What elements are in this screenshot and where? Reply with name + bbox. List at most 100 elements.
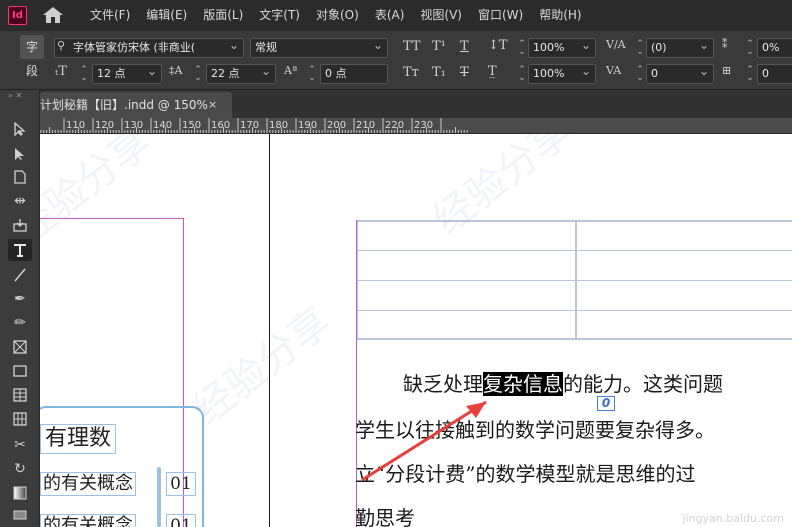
baseline-shift-icon: Aª <box>284 64 298 77</box>
ruler-label: 220 <box>385 120 405 131</box>
kerning-icon: V/A <box>606 38 626 51</box>
leading-stepper[interactable]: ⌃ ⌄ <box>192 66 204 84</box>
ruler-label: 150 <box>182 120 202 131</box>
vertical-scale-value: 100% <box>533 41 565 54</box>
ruler-label: 210 <box>356 120 376 131</box>
watermark-text: jingyan.baidu.com <box>682 512 784 525</box>
menu-layout[interactable]: 版面(L) <box>195 0 251 31</box>
tsume-stepper[interactable]: ⌃ ⌄ <box>744 40 756 58</box>
rotate-tool-icon[interactable]: ↻ <box>8 458 32 480</box>
kerning-value: (0) <box>651 41 667 54</box>
heading-text-frame[interactable]: 有理数 <box>40 424 117 454</box>
menu-table[interactable]: 表(A) <box>367 0 413 31</box>
concept-row-2[interactable]: 的有关概念 <box>40 514 136 527</box>
annotation-arrow-icon <box>361 400 487 482</box>
paragraph-line-4[interactable]: 勤思考 <box>355 504 415 527</box>
font-family-field[interactable]: 字体管家仿宋体 (非商业( <box>54 38 244 58</box>
vertical-scale-field[interactable]: 100% <box>528 38 596 58</box>
home-icon[interactable] <box>42 6 64 24</box>
tsume-value: 0% <box>762 41 780 54</box>
page-tool-icon[interactable] <box>8 166 32 188</box>
text-cursor-marker: 0 <box>597 396 615 411</box>
font-size-value: 12 点 <box>97 67 126 80</box>
font-style-field[interactable]: 常规 <box>250 38 388 58</box>
kerning-stepper[interactable]: ⌃ ⌄ <box>634 40 646 58</box>
menu-help[interactable]: 帮助(H) <box>531 0 589 31</box>
frame-scroll-indicator <box>157 467 161 527</box>
concept-number-1[interactable]: 01 <box>166 472 196 496</box>
vertical-scale-icon: ↕T <box>488 38 508 53</box>
tsume-field[interactable]: 0% <box>757 38 792 58</box>
horizontal-ruler[interactable]: 110 120 130 140 150 160 170 180 190 200 210 220 230 <box>40 118 792 134</box>
search-icon: ⚲ <box>57 39 66 52</box>
menu-window[interactable]: 窗口(W) <box>470 0 531 31</box>
superscript-icon[interactable]: T¹ <box>432 39 446 54</box>
rectangle-frame-tool-icon[interactable] <box>8 336 32 358</box>
tracking-field[interactable]: 0 <box>646 64 714 84</box>
scissors-tool-icon[interactable]: ✂ <box>8 434 32 456</box>
underline-icon[interactable]: T <box>460 39 469 54</box>
document-canvas[interactable]: 有理数 的有关概念 01 的有关概念 01 缺乏处理复杂信息的能力。这类问题 0… <box>40 134 792 527</box>
direct-selection-tool-icon[interactable] <box>8 143 32 165</box>
font-family-value: 字体管家仿宋体 (非商业( <box>73 41 196 54</box>
leading-field[interactable]: 22 点 <box>206 64 276 84</box>
baseline-shift-stepper[interactable]: ⌃ ⌄ <box>306 66 318 84</box>
grid-icon: ⊞ <box>722 64 732 77</box>
menu-list: 文件(F) 编辑(E) 版面(L) 文字(T) 对象(O) 表(A) 视图(V)… <box>82 0 590 31</box>
close-tab-icon[interactable]: × <box>208 92 217 118</box>
menu-object[interactable]: 对象(O) <box>308 0 367 31</box>
line1-prefix: 缺乏处理 <box>403 372 483 396</box>
selected-text[interactable]: 复杂信息 <box>483 372 563 396</box>
table-tool-icon[interactable] <box>8 384 32 406</box>
ruler-label: 200 <box>327 120 347 131</box>
content-collector-icon[interactable] <box>8 214 32 236</box>
toolbox-collapse-icon[interactable]: » ✕ <box>0 90 39 102</box>
menu-view[interactable]: 视图(V) <box>412 0 470 31</box>
kerning-field[interactable]: (0) <box>646 38 714 58</box>
menu-edit[interactable]: 编辑(E) <box>138 0 195 31</box>
document-tab[interactable]: 计划秘籍【旧】.indd @ 150% × <box>40 92 232 118</box>
type-tool-icon[interactable] <box>8 239 32 261</box>
baseline-shift-value: 0 点 <box>325 67 347 80</box>
font-size-stepper[interactable]: ⌃ ⌄ <box>78 66 90 84</box>
horizontal-scale-icon: T̲ <box>488 64 497 79</box>
strikethrough-icon[interactable]: T <box>460 65 469 80</box>
subscript-icon[interactable]: T₁ <box>432 65 446 80</box>
paragraph-mode-tab[interactable]: 段 <box>20 59 44 83</box>
grid-stepper[interactable]: ⌃ ⌄ <box>744 66 756 84</box>
gradient-tool-icon[interactable] <box>8 482 32 504</box>
selection-tool-icon[interactable] <box>8 118 32 140</box>
tracking-stepper[interactable]: ⌃ ⌄ <box>634 66 646 84</box>
control-mode-switch: 字 段 <box>20 35 44 85</box>
grid-field[interactable]: 0 <box>757 64 792 84</box>
concept-row-1[interactable]: 的有关概念 <box>40 472 136 496</box>
vertical-scale-stepper[interactable]: ⌃ ⌄ <box>516 40 528 58</box>
font-size-field[interactable]: 12 点 <box>92 64 162 84</box>
gap-tool-icon[interactable]: ⇹ <box>8 190 32 212</box>
horizontal-scale-stepper[interactable]: ⌃ ⌄ <box>516 66 528 84</box>
grid-tool-icon[interactable] <box>8 408 32 430</box>
all-caps-icon[interactable]: TT <box>403 39 421 54</box>
pencil-tool-icon[interactable]: ✏ <box>8 312 32 334</box>
indesign-window: Id 文件(F) 编辑(E) 版面(L) 文字(T) 对象(O) 表(A) 视图… <box>0 0 792 527</box>
horizontal-scale-field[interactable]: 100% <box>528 64 596 84</box>
pen-tool-icon[interactable]: ✒ <box>8 288 32 310</box>
table-frame[interactable] <box>356 220 792 340</box>
right-page[interactable]: 缺乏处理复杂信息的能力。这类问题 0 学生以往接触到的数学问题要复杂得多。 立“… <box>270 134 792 527</box>
ruler-label: 170 <box>240 120 260 131</box>
rectangle-tool-icon[interactable] <box>8 360 32 382</box>
concept-number-2[interactable]: 01 <box>166 514 196 527</box>
character-mode-tab[interactable]: 字 <box>20 35 44 59</box>
font-size-icon: ₜT <box>55 64 67 79</box>
gradient-feather-tool-icon[interactable] <box>8 504 32 526</box>
ruler-label: 140 <box>153 120 173 131</box>
document-tab-title: 计划秘籍【旧】.indd @ 150% <box>40 98 208 112</box>
font-style-value: 常规 <box>255 41 277 54</box>
small-caps-icon[interactable]: Tᴛ <box>403 65 419 80</box>
menu-type[interactable]: 文字(T) <box>251 0 308 31</box>
grid-value: 0 <box>762 67 769 80</box>
line-tool-icon[interactable] <box>8 264 32 286</box>
menu-file[interactable]: 文件(F) <box>82 0 138 31</box>
tracking-value: 0 <box>651 67 658 80</box>
baseline-shift-field[interactable]: 0 点 <box>320 64 388 84</box>
